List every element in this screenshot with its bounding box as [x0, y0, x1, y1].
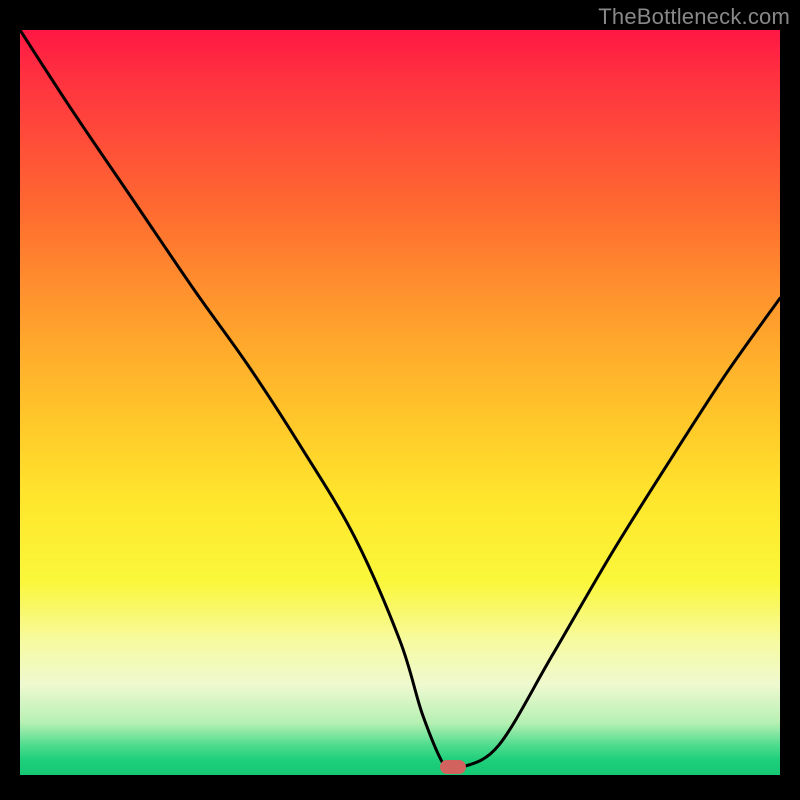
bottleneck-marker: [440, 760, 466, 774]
attribution-text: TheBottleneck.com: [598, 4, 790, 30]
chart-stage: TheBottleneck.com: [0, 0, 800, 800]
plot-gradient-background: [20, 30, 780, 775]
